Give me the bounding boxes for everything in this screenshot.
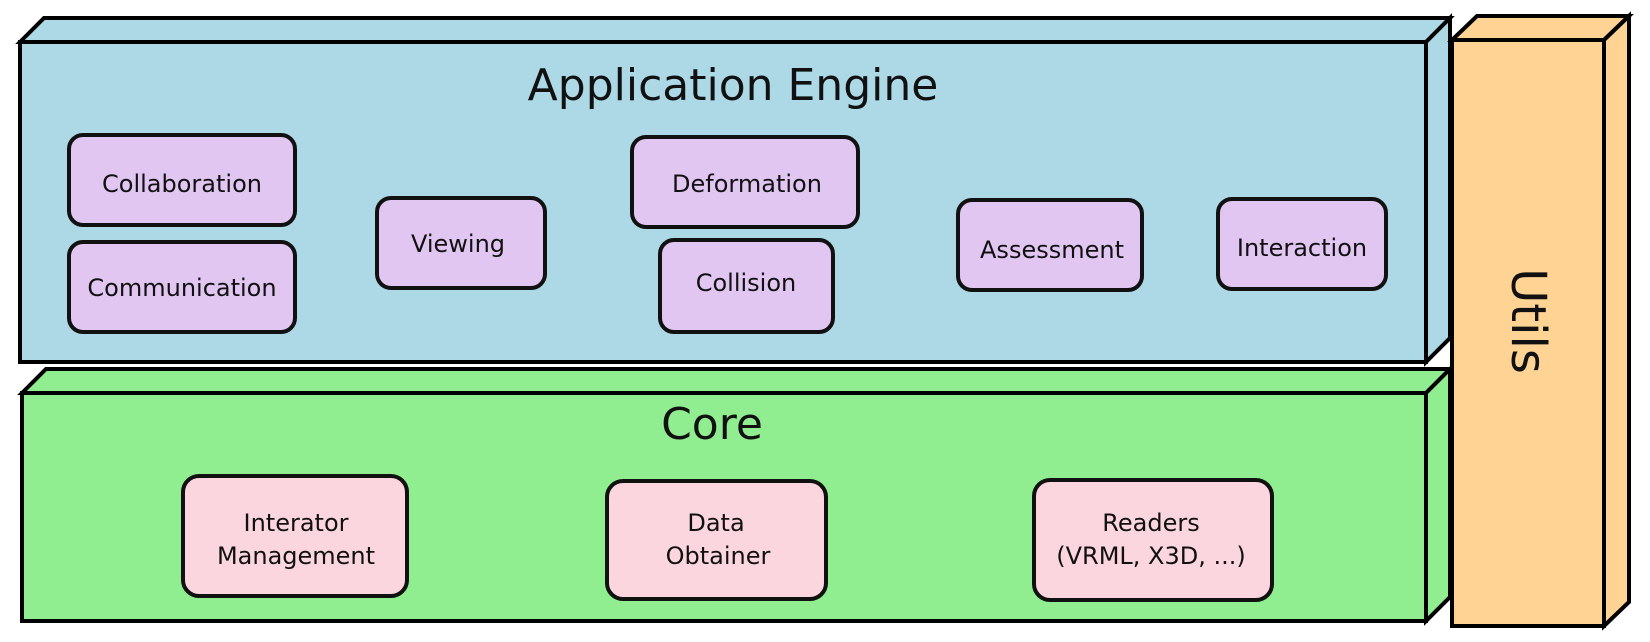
- application-engine-side-face: [1424, 13, 1452, 367]
- module-label: Interaction: [1237, 234, 1367, 262]
- utils-title: Utils: [1500, 268, 1556, 374]
- module-assessment: Assessment: [956, 198, 1144, 292]
- application-engine-top-face: [15, 16, 1455, 44]
- module-label: Collaboration: [102, 170, 262, 198]
- module-deformation: Deformation: [630, 135, 860, 229]
- architecture-diagram: Application Engine Collaboration Communi…: [15, 11, 1634, 631]
- module-viewing: Viewing: [375, 196, 547, 290]
- module-label: Viewing: [411, 230, 505, 258]
- module-readers: Readers (VRML, X3D, ...): [1032, 478, 1274, 602]
- application-engine-title: Application Engine: [528, 60, 939, 111]
- core-layer: Core Interator Management Data Obtainer …: [17, 364, 1455, 626]
- module-collaboration: Collaboration: [67, 133, 297, 227]
- core-title: Core: [661, 399, 763, 450]
- module-interator-management: Interator Management: [181, 474, 409, 598]
- module-data-obtainer: Data Obtainer: [605, 479, 828, 601]
- module-label: Communication: [87, 274, 276, 302]
- module-label-line-1: Interator: [244, 509, 349, 537]
- module-communication: Communication: [67, 240, 297, 334]
- utils-column: Utils: [1447, 11, 1634, 631]
- core-top-face: [17, 367, 1455, 395]
- module-interaction: Interaction: [1216, 197, 1388, 291]
- module-label-line-2: (VRML, X3D, ...): [1056, 542, 1246, 570]
- module-label: Collision: [696, 269, 797, 297]
- core-side-face: [1424, 364, 1452, 626]
- utils-side-face: [1602, 11, 1631, 631]
- utils-top-face: [1447, 14, 1634, 42]
- application-engine-layer: Application Engine Collaboration Communi…: [15, 13, 1455, 367]
- module-label-line-2: Obtainer: [666, 542, 771, 570]
- module-label: Assessment: [980, 236, 1124, 264]
- module-label-line-2: Management: [217, 542, 375, 570]
- module-label-line-1: Data: [687, 509, 744, 537]
- module-label-line-1: Readers: [1102, 509, 1199, 537]
- module-label: Deformation: [672, 170, 822, 198]
- module-collision: Collision: [658, 238, 835, 334]
